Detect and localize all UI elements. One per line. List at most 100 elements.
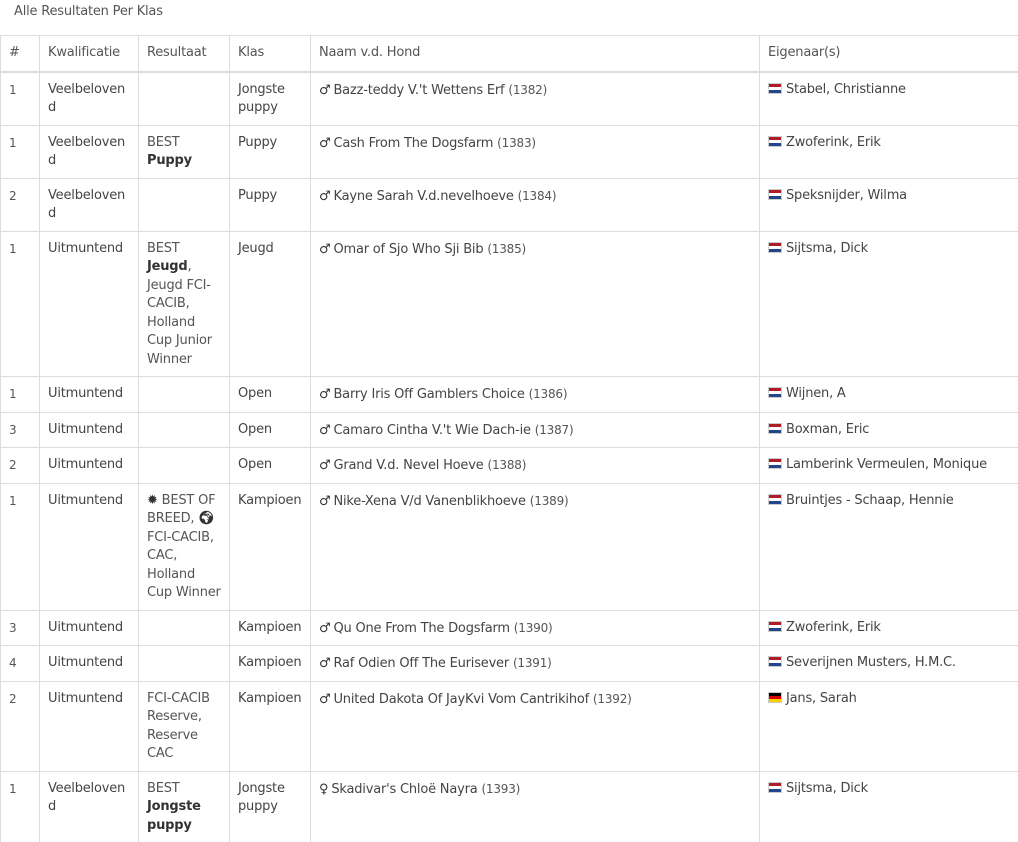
klas-cell: Kampioen: [230, 610, 311, 646]
position-cell: 1: [1, 771, 40, 842]
owner-cell: Lamberink Vermeulen, Monique: [760, 448, 1018, 484]
table-header-row: # Kwalificatie Resultaat Klas Naam v.d. …: [1, 36, 1018, 72]
catalog-number: (1391): [513, 656, 552, 670]
dog-name-cell: ♂United Dakota Of JayKvi Vom Cantrikihof…: [311, 681, 760, 771]
position-cell: 1: [1, 125, 40, 178]
dog-name-link[interactable]: Cash From The Dogsfarm: [333, 136, 493, 151]
catalog-number: (1386): [529, 387, 568, 401]
klas-cell: Jongste puppy: [230, 771, 311, 842]
owner-cell: Sijtsma, Dick: [760, 771, 1018, 842]
catalog-number: (1385): [487, 242, 526, 256]
dog-name-cell: ♂Grand V.d. Nevel Hoeve (1388): [311, 448, 760, 484]
resultaat-text: BEST: [147, 135, 180, 150]
catalog-number: (1393): [481, 782, 520, 796]
owner-cell: Bruintjes - Schaap, Hennie: [760, 483, 1018, 610]
table-row: 3UitmuntendOpen♂Camaro Cintha V.'t Wie D…: [1, 412, 1018, 448]
resultaat-cell: [139, 448, 230, 484]
dog-name-link[interactable]: Grand V.d. Nevel Hoeve: [333, 458, 483, 473]
dog-name-link[interactable]: Raf Odien Off The Eurisever: [333, 656, 509, 671]
netherlands-flag-icon: [768, 656, 782, 667]
owner-name: Lamberink Vermeulen, Monique: [786, 457, 987, 472]
owner-cell: Jans, Sarah: [760, 681, 1018, 771]
male-icon: ♂: [319, 494, 330, 509]
resultaat-cell: [139, 646, 230, 682]
table-row: 1VeelbelovendBEST PuppyPuppy♂Cash From T…: [1, 125, 1018, 178]
position-cell: 3: [1, 412, 40, 448]
dog-name-link[interactable]: Nike-Xena V/d Vanenblikhoeve: [333, 494, 525, 509]
column-header-resultaat[interactable]: Resultaat: [139, 36, 230, 72]
dog-name-link[interactable]: Skadivar's Chloë Nayra: [331, 782, 477, 797]
klas-cell: Kampioen: [230, 646, 311, 682]
resultaat-text: BEST: [147, 241, 180, 256]
resultaat-text: , Jeugd FCI-CACIB, Holland Cup Junior Wi…: [147, 259, 212, 367]
owner-name: Speksnijder, Wilma: [786, 188, 907, 203]
resultaat-text: FCI-CACIB Reserve, Reserve CAC: [147, 691, 210, 762]
catalog-number: (1389): [530, 494, 569, 508]
position-cell: 3: [1, 610, 40, 646]
results-table: # Kwalificatie Resultaat Klas Naam v.d. …: [0, 35, 1018, 842]
dog-name-link[interactable]: Omar of Sjo Who Sji Bib: [333, 242, 483, 257]
kwalificatie-cell: Veelbelovend: [40, 771, 139, 842]
netherlands-flag-icon: [768, 621, 782, 632]
klas-cell: Puppy: [230, 125, 311, 178]
netherlands-flag-icon: [768, 494, 782, 505]
owner-cell: Boxman, Eric: [760, 412, 1018, 448]
table-row: 1VeelbelovendBEST Jongste puppyJongste p…: [1, 771, 1018, 842]
catalog-number: (1382): [508, 83, 547, 97]
sun-burst-icon: ✹: [147, 493, 158, 508]
resultaat-cell: [139, 178, 230, 231]
resultaat-highlight: Puppy: [147, 153, 192, 168]
resultaat-text: FCI-CACIB, CAC, Holland Cup Winner: [147, 530, 221, 601]
owner-cell: Sijtsma, Dick: [760, 231, 1018, 377]
position-cell: 1: [1, 483, 40, 610]
dog-name-link[interactable]: United Dakota Of JayKvi Vom Cantrikihof: [333, 692, 589, 707]
resultaat-cell: [139, 72, 230, 126]
dog-name-link[interactable]: Camaro Cintha V.'t Wie Dach-ie: [333, 423, 530, 438]
resultaat-cell: ✹ BEST OF BREED, 🌍︎ FCI-CACIB, CAC, Holl…: [139, 483, 230, 610]
dog-name-cell: ♂Kayne Sarah V.d.nevelhoeve (1384): [311, 178, 760, 231]
position-cell: 2: [1, 681, 40, 771]
germany-flag-icon: [768, 692, 782, 703]
klas-cell: Open: [230, 412, 311, 448]
klas-cell: Open: [230, 448, 311, 484]
column-header-eigenaar[interactable]: Eigenaar(s): [760, 36, 1018, 72]
dog-name-cell: ♂Omar of Sjo Who Sji Bib (1385): [311, 231, 760, 377]
owner-name: Zwoferink, Erik: [786, 135, 881, 150]
column-header-klas[interactable]: Klas: [230, 36, 311, 72]
owner-name: Severijnen Musters, H.M.C.: [786, 655, 956, 670]
owner-name: Jans, Sarah: [786, 691, 857, 706]
dog-name-cell: ♂Nike-Xena V/d Vanenblikhoeve (1389): [311, 483, 760, 610]
resultaat-cell: BEST Jongste puppy: [139, 771, 230, 842]
dog-name-cell: ♂Raf Odien Off The Eurisever (1391): [311, 646, 760, 682]
netherlands-flag-icon: [768, 136, 782, 147]
resultaat-highlight: Jeugd: [147, 259, 188, 274]
resultaat-cell: FCI-CACIB Reserve, Reserve CAC: [139, 681, 230, 771]
column-header-kwalificatie[interactable]: Kwalificatie: [40, 36, 139, 72]
male-icon: ♂: [319, 423, 330, 438]
table-row: 2UitmuntendOpen♂Grand V.d. Nevel Hoeve (…: [1, 448, 1018, 484]
dog-name-link[interactable]: Kayne Sarah V.d.nevelhoeve: [333, 189, 513, 204]
position-cell: 4: [1, 646, 40, 682]
owner-name: Boxman, Eric: [786, 422, 869, 437]
table-row: 2VeelbelovendPuppy♂Kayne Sarah V.d.nevel…: [1, 178, 1018, 231]
netherlands-flag-icon: [768, 387, 782, 398]
dog-name-link[interactable]: Barry Iris Off Gamblers Choice: [333, 387, 524, 402]
owner-name: Wijnen, A: [786, 386, 846, 401]
kwalificatie-cell: Veelbelovend: [40, 72, 139, 126]
table-row: 1UitmuntendOpen♂Barry Iris Off Gamblers …: [1, 377, 1018, 413]
column-header-naam[interactable]: Naam v.d. Hond: [311, 36, 760, 72]
table-header: # Kwalificatie Resultaat Klas Naam v.d. …: [1, 36, 1018, 72]
netherlands-flag-icon: [768, 242, 782, 253]
dog-name-link[interactable]: Qu One From The Dogsfarm: [333, 621, 509, 636]
dog-name-link[interactable]: Bazz-teddy V.'t Wettens Erf: [333, 83, 504, 98]
netherlands-flag-icon: [768, 189, 782, 200]
owner-cell: Stabel, Christianne: [760, 72, 1018, 126]
globe-icon: 🌍︎: [198, 511, 214, 526]
male-icon: ♂: [319, 387, 330, 402]
column-header-number[interactable]: #: [1, 36, 40, 72]
dog-name-cell: ♂Cash From The Dogsfarm (1383): [311, 125, 760, 178]
resultaat-text: BEST: [147, 781, 180, 796]
resultaat-cell: [139, 610, 230, 646]
dog-name-cell: ♂Bazz-teddy V.'t Wettens Erf (1382): [311, 72, 760, 126]
catalog-number: (1384): [518, 189, 557, 203]
